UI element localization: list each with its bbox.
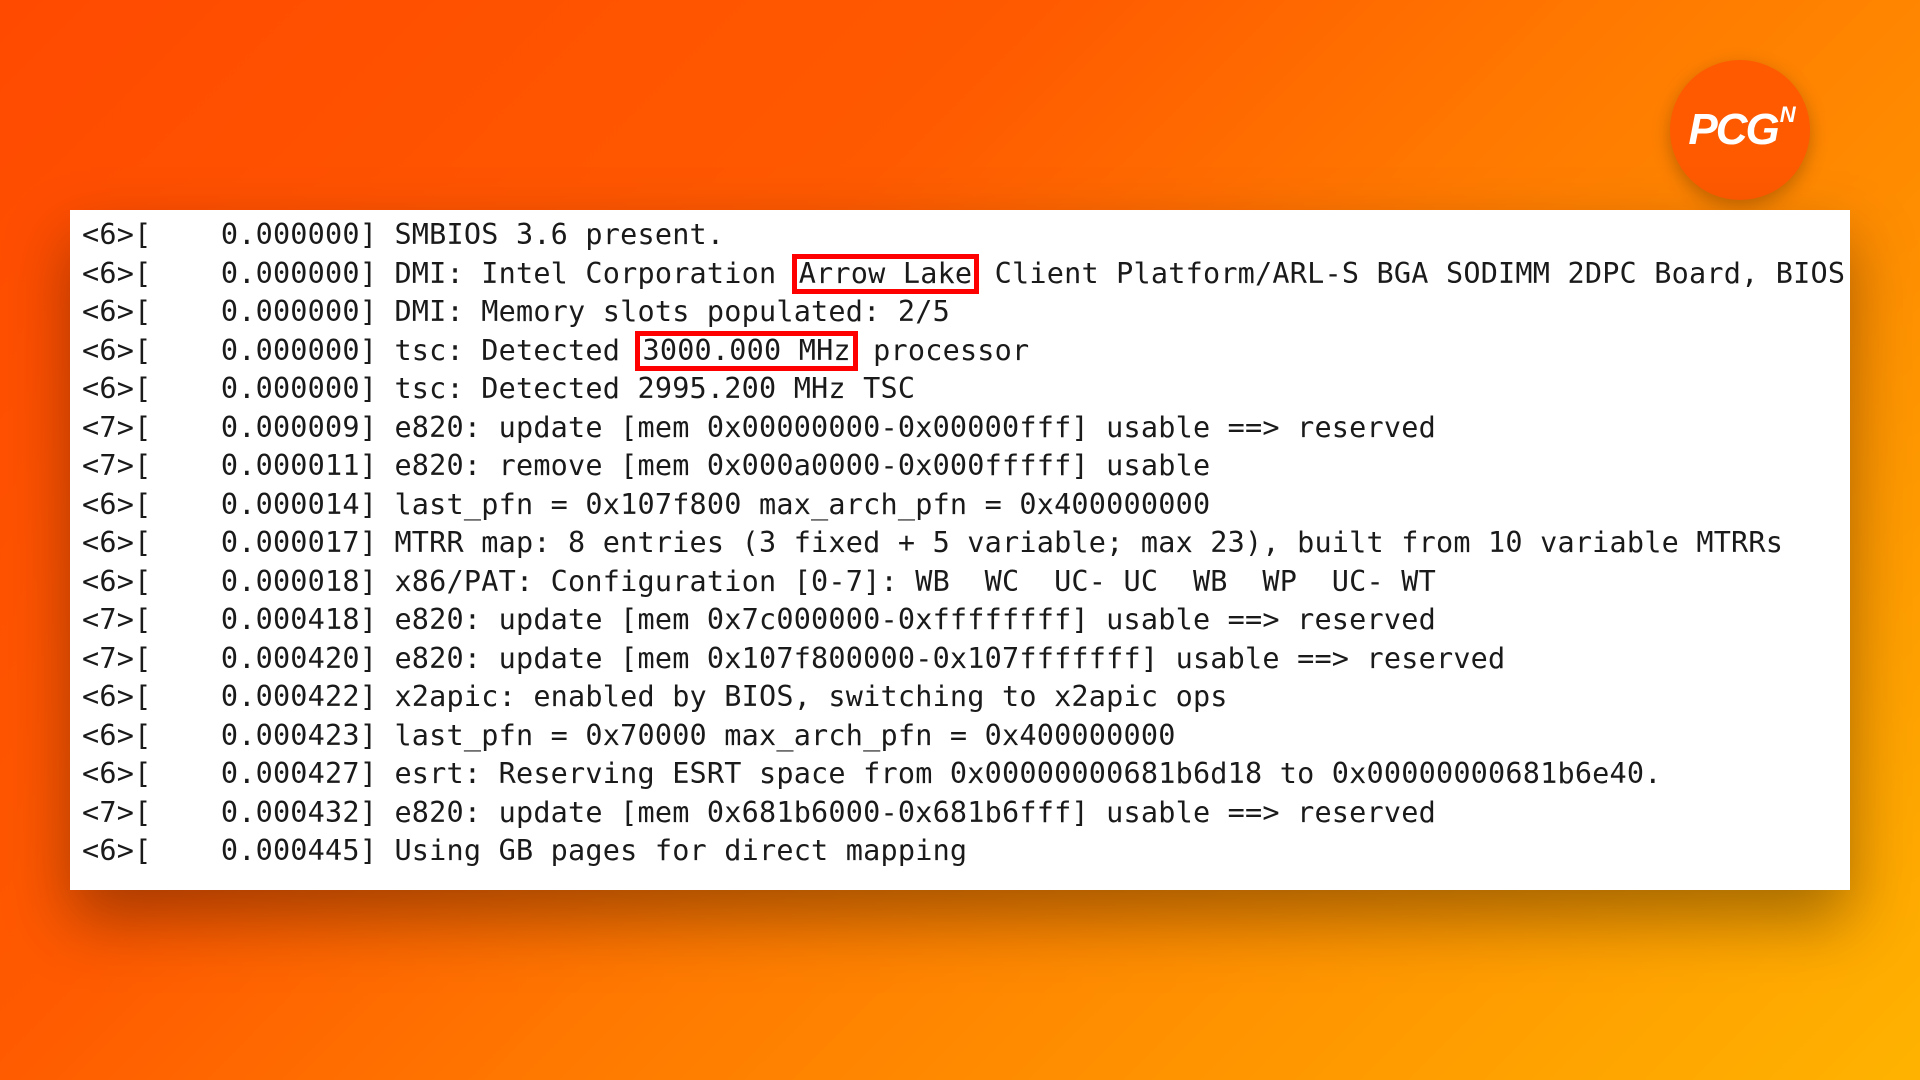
log-line: <6>[ 0.000423] last_pfn = 0x70000 max_ar… <box>82 717 1838 756</box>
log-prefix: <6>[ 0.000000] <box>82 257 394 290</box>
log-prefix: <7>[ 0.000418] <box>82 603 394 636</box>
log-prefix: <7>[ 0.000009] <box>82 411 394 444</box>
log-line: <6>[ 0.000000] tsc: Detected 2995.200 MH… <box>82 370 1838 409</box>
pcgn-badge: PCGN <box>1670 60 1810 200</box>
log-prefix: <6>[ 0.000017] <box>82 526 394 559</box>
log-panel: <6>[ 0.000000] SMBIOS 3.6 present.<6>[ 0… <box>70 210 1850 890</box>
log-text: SMBIOS 3.6 present. <box>394 218 724 251</box>
log-prefix: <7>[ 0.000420] <box>82 642 394 675</box>
log-line: <6>[ 0.000014] last_pfn = 0x107f800 max_… <box>82 486 1838 525</box>
log-prefix: <6>[ 0.000000] <box>82 372 394 405</box>
log-line: <7>[ 0.000420] e820: update [mem 0x107f8… <box>82 640 1838 679</box>
badge-sup: N <box>1780 102 1794 127</box>
log-text: Using GB pages for direct mapping <box>394 834 967 867</box>
log-line: <6>[ 0.000000] tsc: Detected 3000.000 MH… <box>82 332 1838 371</box>
log-line: <6>[ 0.000422] x2apic: enabled by BIOS, … <box>82 678 1838 717</box>
log-text: x2apic: enabled by BIOS, switching to x2… <box>394 680 1227 713</box>
log-line: <6>[ 0.000000] SMBIOS 3.6 present. <box>82 216 1838 255</box>
log-text: DMI: Intel Corporation <box>394 257 793 290</box>
log-line: <6>[ 0.000427] esrt: Reserving ESRT spac… <box>82 755 1838 794</box>
log-line: <6>[ 0.000018] x86/PAT: Configuration [0… <box>82 563 1838 602</box>
log-line: <6>[ 0.000445] Using GB pages for direct… <box>82 832 1838 871</box>
log-text: e820: remove [mem 0x000a0000-0x000fffff]… <box>394 449 1210 482</box>
highlight-arrow-lake: Arrow Lake <box>792 254 980 294</box>
log-prefix: <7>[ 0.000011] <box>82 449 394 482</box>
log-text: last_pfn = 0x107f800 max_arch_pfn = 0x40… <box>394 488 1210 521</box>
log-prefix: <6>[ 0.000014] <box>82 488 394 521</box>
log-prefix: <6>[ 0.000000] <box>82 334 394 367</box>
log-text: e820: update [mem 0x00000000-0x00000fff]… <box>394 411 1436 444</box>
background: PCGN <6>[ 0.000000] SMBIOS 3.6 present.<… <box>0 0 1920 1080</box>
log-text: DMI: Memory slots populated: 2/5 <box>394 295 949 328</box>
log-line: <6>[ 0.000000] DMI: Intel Corporation Ar… <box>82 255 1838 294</box>
log-prefix: <6>[ 0.000422] <box>82 680 394 713</box>
log-prefix: <6>[ 0.000000] <box>82 218 394 251</box>
log-line: <6>[ 0.000000] DMI: Memory slots populat… <box>82 293 1838 332</box>
log-text: x86/PAT: Configuration [0-7]: WB WC UC- … <box>394 565 1436 598</box>
log-line: <7>[ 0.000011] e820: remove [mem 0x000a0… <box>82 447 1838 486</box>
log-text: tsc: Detected 2995.200 MHz TSC <box>394 372 915 405</box>
log-text: last_pfn = 0x70000 max_arch_pfn = 0x4000… <box>394 719 1175 752</box>
log-text: esrt: Reserving ESRT space from 0x000000… <box>394 757 1661 790</box>
badge-main: PCG <box>1688 105 1777 154</box>
log-prefix: <6>[ 0.000427] <box>82 757 394 790</box>
log-text: e820: update [mem 0x681b6000-0x681b6fff]… <box>394 796 1436 829</box>
badge-text: PCGN <box>1688 108 1791 152</box>
log-text: Client Platform/ARL-S BGA SODIMM 2DPC Bo… <box>977 257 1845 290</box>
log-line: <7>[ 0.000432] e820: update [mem 0x681b6… <box>82 794 1838 833</box>
log-text: processor <box>856 334 1030 367</box>
log-prefix: <7>[ 0.000432] <box>82 796 394 829</box>
highlight-mhz: 3000.000 MHz <box>635 331 857 371</box>
log-text: MTRR map: 8 entries (3 fixed + 5 variabl… <box>394 526 1783 559</box>
log-line: <7>[ 0.000418] e820: update [mem 0x7c000… <box>82 601 1838 640</box>
log-line: <7>[ 0.000009] e820: update [mem 0x00000… <box>82 409 1838 448</box>
log-line: <6>[ 0.000017] MTRR map: 8 entries (3 fi… <box>82 524 1838 563</box>
log-text: e820: update [mem 0x7c000000-0xffffffff]… <box>394 603 1436 636</box>
log-prefix: <6>[ 0.000445] <box>82 834 394 867</box>
log-prefix: <6>[ 0.000423] <box>82 719 394 752</box>
log-text: e820: update [mem 0x107f800000-0x107ffff… <box>394 642 1505 675</box>
log-text: tsc: Detected <box>394 334 637 367</box>
log-prefix: <6>[ 0.000000] <box>82 295 394 328</box>
kernel-log: <6>[ 0.000000] SMBIOS 3.6 present.<6>[ 0… <box>70 210 1850 883</box>
log-prefix: <6>[ 0.000018] <box>82 565 394 598</box>
